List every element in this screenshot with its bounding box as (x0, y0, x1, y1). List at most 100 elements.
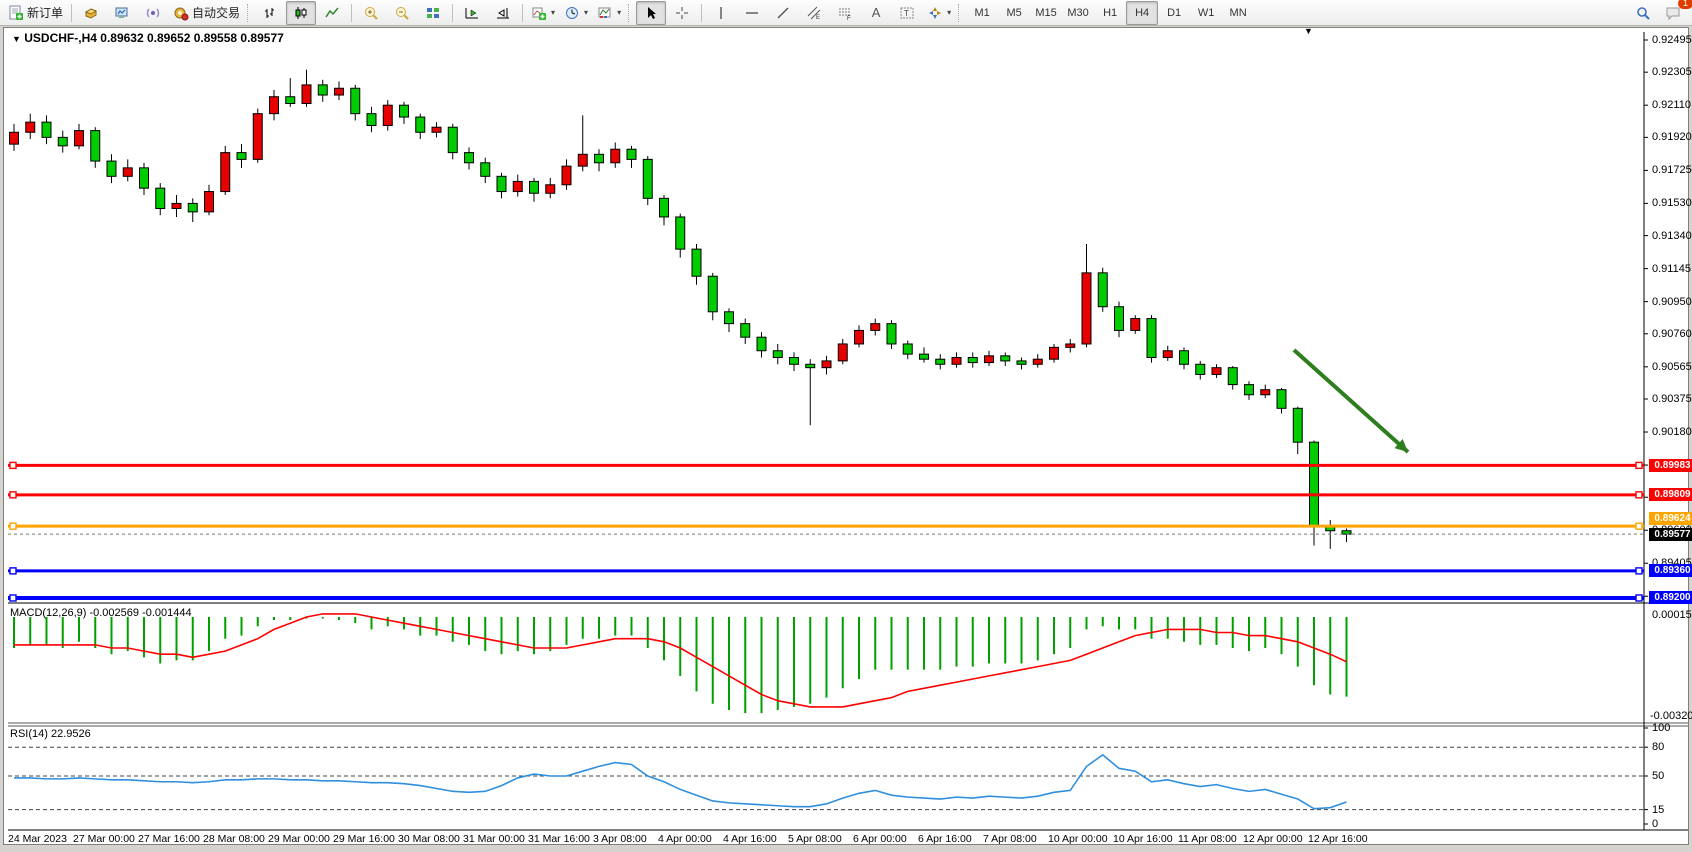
vertical-line-icon (713, 5, 729, 21)
candle-body (10, 132, 19, 144)
macd-label: MACD(12,26,9) -0.002569 -0.001444 (10, 607, 192, 619)
timeframe-button-h1[interactable]: H1 (1094, 1, 1126, 25)
rsi-axis-tick: 15 (1652, 804, 1692, 816)
auto-scroll-button[interactable] (457, 1, 487, 25)
candle-body (985, 356, 994, 363)
chart-dropdown-icon[interactable]: ▼ (12, 34, 21, 44)
arrows-tool-button[interactable]: ▾ (923, 1, 955, 25)
text-tool-button[interactable]: A (861, 1, 891, 25)
timeframe-button-m1[interactable]: M1 (966, 1, 998, 25)
candle-body (627, 149, 636, 159)
window-bottom-edge (0, 845, 1692, 852)
chart-canvas[interactable] (4, 28, 1688, 844)
line-chart-button[interactable] (317, 1, 347, 25)
line-handle (1636, 568, 1642, 574)
horizontal-line-tool-button[interactable] (737, 1, 767, 25)
chart-symbol-period: USDCHF-,H4 (24, 31, 97, 45)
line-handle (10, 568, 16, 574)
candle-body (562, 166, 571, 185)
zoom-in-button[interactable] (356, 1, 386, 25)
periods-icon (564, 5, 580, 21)
timeframe-button-w1[interactable]: W1 (1190, 1, 1222, 25)
trendline-tool-button[interactable] (768, 1, 798, 25)
timeframe-button-m5[interactable]: M5 (998, 1, 1030, 25)
fibonacci-tool-button[interactable]: F (830, 1, 860, 25)
time-axis-label: 6 Apr 16:00 (918, 833, 972, 845)
indicators-icon (531, 5, 547, 21)
timeframe-button-m30[interactable]: M30 (1062, 1, 1094, 25)
candle-body (1196, 364, 1205, 374)
equidistant-channel-tool-button[interactable]: E (799, 1, 829, 25)
periods-button[interactable]: ▾ (560, 1, 592, 25)
tile-windows-button[interactable] (418, 1, 448, 25)
chevron-down-icon: ▾ (617, 8, 621, 17)
terminal-button[interactable] (107, 1, 137, 25)
line-chart-icon (324, 5, 340, 21)
candle-body (725, 312, 734, 324)
notifications-button[interactable]: 1 (1658, 1, 1688, 25)
timeframe-button-h4[interactable]: H4 (1126, 1, 1158, 25)
main-toolbar: 新订单 (0, 0, 1692, 26)
candle-body (497, 176, 506, 191)
rsi-line (14, 755, 1347, 809)
candle-body (936, 359, 945, 364)
candle-body (123, 168, 132, 176)
candle-body (643, 159, 652, 198)
terminal-icon (114, 5, 130, 21)
market-profile-icon (83, 5, 99, 21)
candle-body (302, 85, 311, 104)
line-handle (1636, 595, 1642, 601)
toolbar-grip (628, 4, 633, 22)
timeframe-button-m15[interactable]: M15 (1030, 1, 1062, 25)
vertical-line-tool-button[interactable] (706, 1, 736, 25)
signals-icon (145, 5, 161, 21)
candle-body (1098, 273, 1107, 307)
candle-body (481, 163, 490, 177)
candle-body (1293, 408, 1302, 442)
indicators-button[interactable]: ▾ (527, 1, 559, 25)
candle-body (708, 276, 717, 312)
candle-body (1180, 351, 1189, 365)
time-axis-label: 31 Mar 00:00 (463, 833, 525, 845)
candle-body (465, 153, 474, 163)
chart-shift-button[interactable] (488, 1, 518, 25)
timeframe-button-d1[interactable]: D1 (1158, 1, 1190, 25)
candle-body (205, 192, 214, 212)
candle-body (1228, 368, 1237, 385)
toolbar-separator (452, 4, 453, 22)
search-button[interactable] (1628, 1, 1658, 25)
candle-body (578, 154, 587, 166)
trading-platform-window: 新订单 (0, 0, 1692, 852)
chevron-down-icon: ▾ (947, 8, 951, 17)
price-tag: 0.89983 (1649, 459, 1692, 472)
candle-body (58, 137, 67, 145)
price-axis-tick: 0.91725 (1652, 164, 1692, 176)
signals-button[interactable] (138, 1, 168, 25)
crosshair-tool-button[interactable] (667, 1, 697, 25)
candle-body (107, 161, 116, 176)
candle-body (757, 337, 766, 351)
auto-trading-button[interactable]: 自动交易 (169, 1, 244, 25)
macd-axis-min: -0.003208 (1650, 710, 1692, 722)
cursor-tool-button[interactable] (636, 1, 666, 25)
timeframe-button-mn[interactable]: MN (1222, 1, 1254, 25)
zoom-out-button[interactable] (387, 1, 417, 25)
text-label-icon: T (899, 5, 915, 21)
candle-body (42, 122, 51, 137)
bar-chart-button[interactable] (255, 1, 285, 25)
candle-body (1342, 531, 1351, 534)
candle-body (383, 105, 392, 125)
new-order-button[interactable]: 新订单 (4, 1, 67, 25)
last-bar-marker-icon: ▼ (1304, 26, 1313, 36)
price-axis-tick: 0.91145 (1652, 263, 1692, 275)
candlestick-chart-button[interactable] (286, 1, 316, 25)
toolbar-separator (71, 4, 72, 22)
templates-button[interactable]: ▾ (593, 1, 625, 25)
market-profile-button[interactable] (76, 1, 106, 25)
fibonacci-icon: F (837, 5, 853, 21)
text-label-tool-button[interactable]: T (892, 1, 922, 25)
auto-trading-label: 自动交易 (192, 4, 240, 21)
time-axis-label: 27 Mar 00:00 (73, 833, 135, 845)
time-axis-label: 4 Apr 16:00 (723, 833, 777, 845)
candle-body (1115, 307, 1124, 331)
